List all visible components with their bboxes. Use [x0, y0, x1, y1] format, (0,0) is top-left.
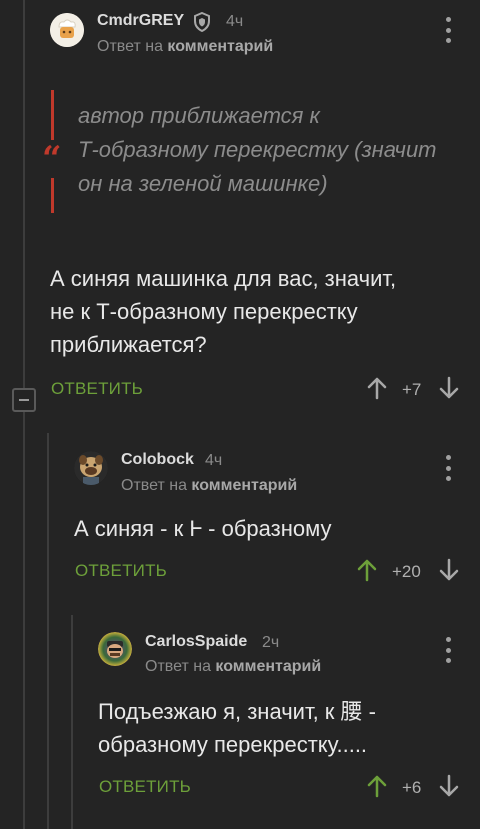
rating: +20 — [392, 562, 421, 581]
reply-to-line: Ответ на комментарий — [97, 38, 273, 56]
comment-text-line: А синяя - к Ⱶ - образному — [74, 516, 332, 541]
upvote-arrow-icon[interactable] — [366, 376, 388, 400]
quote-line: автор приближается к — [78, 103, 320, 128]
username[interactable]: Colobock — [121, 451, 194, 469]
comment-time: 4ч — [226, 13, 244, 30]
comment-time: 2ч — [262, 634, 280, 651]
comment-text: А синяя машинка для вас, значит, не к Т-… — [50, 262, 396, 361]
thread-line-level-3 — [71, 615, 73, 829]
upvote-arrow-icon[interactable] — [356, 558, 378, 582]
username[interactable]: CarlosSpaide — [145, 633, 247, 651]
reply-to-prefix: Ответ на — [97, 38, 163, 55]
quote-text: автор приближается к Т-образному перекре… — [78, 99, 437, 201]
avatar[interactable] — [74, 451, 108, 485]
reply-button[interactable]: ОТВЕТИТЬ — [51, 379, 143, 399]
comment-text-line: не к Т-образному перекрестку — [50, 299, 358, 324]
quote-line: он на зеленой машинке) — [78, 171, 328, 196]
reply-button[interactable]: ОТВЕТИТЬ — [99, 777, 191, 797]
reply-to-link[interactable]: комментарий — [167, 38, 273, 55]
more-dots-icon[interactable] — [444, 455, 452, 481]
more-dots-icon[interactable] — [444, 17, 452, 43]
avatar[interactable] — [50, 13, 84, 47]
comment-text: А синяя - к Ⱶ - образному — [74, 512, 332, 545]
downvote-arrow-icon[interactable] — [438, 376, 460, 400]
comment-text: Подъезжаю я, значит, к 腰 - образному пер… — [98, 695, 376, 761]
upvote-arrow-icon[interactable] — [366, 774, 388, 798]
thread-line-level-1 — [23, 0, 25, 829]
downvote-arrow-icon[interactable] — [438, 558, 460, 582]
comment-time: 4ч — [205, 452, 223, 469]
collapse-thread-icon[interactable] — [12, 388, 36, 412]
reply-to-line: Ответ на комментарий — [121, 477, 297, 495]
reply-to-link[interactable]: комментарий — [215, 658, 321, 675]
thread-line-level-2 — [47, 433, 49, 829]
shield-icon — [193, 11, 211, 33]
downvote-arrow-icon[interactable] — [438, 774, 460, 798]
comment-text-line: А синяя машинка для вас, значит, — [50, 266, 397, 291]
quote-line: Т-образному перекрестку (значит — [78, 137, 437, 162]
avatar[interactable] — [98, 632, 132, 666]
reply-to-link[interactable]: комментарий — [191, 477, 297, 494]
comment-text-line: приближается? — [50, 332, 207, 357]
comment-text-line: Подъезжаю я, значит, к 腰 - — [98, 699, 376, 724]
reply-to-prefix: Ответ на — [121, 477, 187, 494]
reply-to-line: Ответ на комментарий — [145, 658, 321, 676]
comment-text-line: образному перекрестку..... — [98, 732, 368, 757]
username[interactable]: CmdrGREY — [97, 12, 184, 30]
rating: +7 — [402, 380, 422, 399]
more-dots-icon[interactable] — [444, 637, 452, 663]
quote-mark-icon: “ — [42, 139, 62, 179]
reply-button[interactable]: ОТВЕТИТЬ — [75, 561, 167, 581]
rating: +6 — [402, 778, 422, 797]
reply-to-prefix: Ответ на — [145, 658, 211, 675]
